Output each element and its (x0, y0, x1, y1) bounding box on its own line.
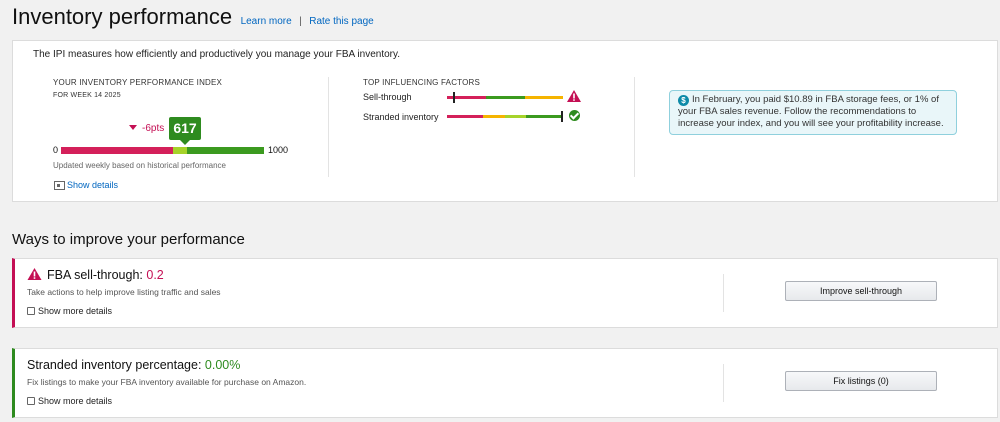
factor-bar-sell-through (447, 96, 563, 99)
ipi-card: The IPI measures how efficiently and pro… (12, 40, 998, 202)
recommendation-subtitle: Fix listings to make your FBA inventory … (27, 377, 307, 387)
storage-fee-alert: $ In February, you paid $10.89 in FBA sto… (669, 90, 957, 135)
factor-bar-segment (486, 96, 525, 99)
ipi-delta-value: -6pts (142, 123, 165, 134)
alert-text: In February, you paid $10.89 in FBA stor… (678, 94, 944, 129)
details-icon (54, 180, 65, 190)
show-details-link[interactable]: Show details (54, 180, 118, 190)
ipi-score-badge: 617 (169, 117, 201, 140)
recommendation-label: Stranded inventory percentage: (27, 358, 202, 372)
rate-this-page-link[interactable]: Rate this page (309, 16, 374, 27)
warning-icon (567, 90, 581, 102)
gauge-segment (186, 147, 264, 154)
recommendation-value: 0.2 (146, 268, 164, 282)
check-circle-icon (569, 110, 580, 121)
improve-sell-through-button[interactable]: Improve sell-through (785, 281, 937, 301)
divider (328, 77, 329, 177)
gauge-segment (172, 147, 187, 154)
recommendation-card-stranded: Stranded inventory percentage: 0.00% Fix… (12, 348, 998, 418)
dollar-icon: $ (678, 95, 689, 106)
ipi-description: The IPI measures how efficiently and pro… (33, 49, 401, 60)
recommendation-card-sell-through: FBA sell-through: 0.2 Take actions to he… (12, 258, 998, 328)
ipi-score-pointer (180, 140, 190, 145)
show-more-details-label: Show more details (38, 306, 113, 316)
checkbox[interactable] (27, 397, 35, 405)
recommendation-heading: FBA sell-through: 0.2 (27, 268, 164, 282)
factor-bar-stranded (447, 115, 563, 118)
page-title: Inventory performance (12, 4, 233, 29)
factor-bar-segment (504, 115, 526, 118)
divider (723, 364, 724, 402)
gauge-max-label: 1000 (268, 145, 289, 155)
recommendation-heading: Stranded inventory percentage: 0.00% (27, 358, 240, 372)
ipi-gauge (61, 147, 264, 154)
ipi-week-label: FOR WEEK 14 2025 (53, 92, 121, 99)
gauge-min-label: 0 (53, 145, 59, 155)
checkbox[interactable] (27, 307, 35, 315)
page-header: Inventory performance Learn more | Rate … (12, 4, 374, 32)
show-more-details-label: Show more details (38, 396, 113, 406)
fix-listings-button[interactable]: Fix listings (0) (785, 371, 937, 391)
recommendation-label: FBA sell-through: (47, 268, 143, 282)
factors-title: TOP INFLUENCING FACTORS (363, 78, 481, 87)
down-arrow-icon (129, 125, 137, 130)
learn-more-link[interactable]: Learn more (241, 16, 292, 27)
show-more-details-toggle[interactable]: Show more details (27, 396, 112, 406)
factor-label-sell-through: Sell-through (363, 92, 412, 102)
ipi-index-label: YOUR INVENTORY PERFORMANCE INDEX (53, 78, 223, 87)
warning-icon (27, 268, 42, 280)
factor-marker (452, 92, 455, 103)
factor-label-stranded: Stranded inventory (363, 112, 439, 122)
show-more-details-toggle[interactable]: Show more details (27, 306, 112, 316)
ipi-delta: -6pts (129, 123, 164, 134)
divider (723, 274, 724, 312)
factor-bar-segment (525, 115, 563, 118)
divider (634, 77, 635, 177)
factor-bar-segment (524, 96, 563, 99)
factor-bar-segment (482, 115, 505, 118)
section-title-improve: Ways to improve your performance (12, 231, 245, 248)
ipi-updated-note: Updated weekly based on historical perfo… (53, 161, 226, 170)
show-details-label: Show details (67, 180, 119, 190)
gauge-segment (61, 147, 173, 154)
header-separator: | (299, 16, 302, 27)
recommendation-value: 0.00% (204, 358, 241, 372)
recommendation-subtitle: Take actions to help improve listing tra… (27, 287, 221, 297)
factor-marker (560, 111, 563, 122)
factor-bar-segment (447, 115, 483, 118)
